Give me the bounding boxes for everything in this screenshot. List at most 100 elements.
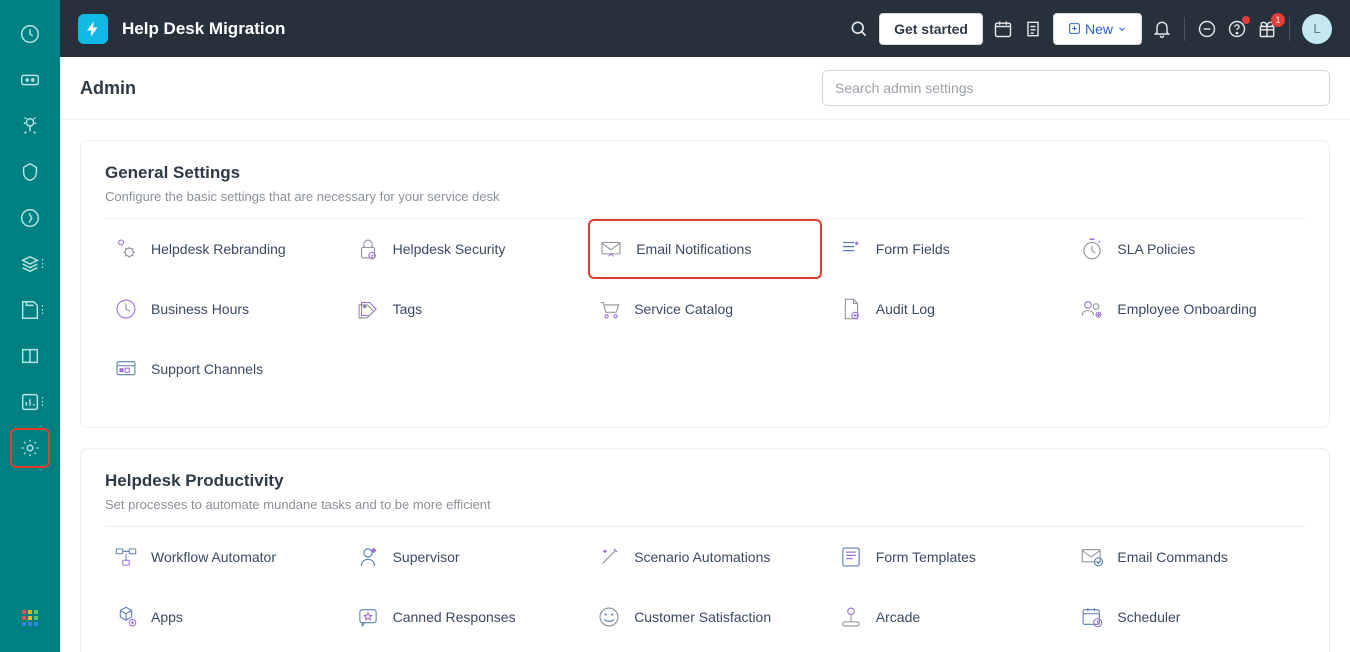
sidebar-changes[interactable] (10, 152, 50, 192)
section-title: General Settings (105, 163, 1305, 183)
tile-supervisor[interactable]: Supervisor (347, 527, 581, 587)
section-title: Helpdesk Productivity (105, 471, 1305, 491)
doc-icon (838, 296, 864, 322)
timer-icon (1079, 236, 1105, 262)
tile-scenario-automations[interactable]: Scenario Automations (588, 527, 822, 587)
sidebar-analytics[interactable]: ⋮ (10, 382, 50, 422)
tile-tags[interactable]: Tags (347, 279, 581, 339)
tile-email-notifications[interactable]: Email Notifications (588, 219, 822, 279)
sidebar: ⋮ ⋮ ⋮ (0, 0, 60, 652)
calendar-icon[interactable] (993, 19, 1013, 39)
search-input[interactable] (822, 70, 1330, 106)
app-logo (78, 14, 108, 44)
search-icon[interactable] (849, 19, 869, 39)
tile-support-channels[interactable]: Support Channels (105, 339, 339, 399)
tasks-icon[interactable] (1023, 19, 1043, 39)
tile-label: Scheduler (1117, 609, 1180, 625)
tile-apps[interactable]: Apps (105, 587, 339, 647)
gift-icon[interactable]: 1 (1257, 19, 1277, 39)
settings-section: Helpdesk Productivity Set processes to au… (80, 448, 1330, 652)
section-desc: Configure the basic settings that are ne… (105, 189, 1305, 204)
arcade-icon (838, 604, 864, 630)
supervisor-icon (355, 544, 381, 570)
section-desc: Set processes to automate mundane tasks … (105, 497, 1305, 512)
tile-helpdesk-rebranding[interactable]: Helpdesk Rebranding (105, 219, 339, 279)
help-badge (1242, 16, 1250, 24)
wand-icon (596, 544, 622, 570)
tile-label: Scenario Automations (634, 549, 770, 565)
divider (1184, 17, 1185, 41)
smile-icon (596, 604, 622, 630)
tile-canned-responses[interactable]: Canned Responses (347, 587, 581, 647)
app-title: Help Desk Migration (122, 19, 285, 39)
tile-label: Customer Satisfaction (634, 609, 771, 625)
tile-label: Form Templates (876, 549, 976, 565)
tile-label: Apps (151, 609, 183, 625)
topbar: Help Desk Migration Get started New (60, 0, 1350, 57)
tile-email-commands[interactable]: Email Commands (1071, 527, 1305, 587)
tile-form-fields[interactable]: Form Fields (830, 219, 1064, 279)
tile-helpdesk-security[interactable]: Helpdesk Security (347, 219, 581, 279)
divider (1289, 17, 1290, 41)
tile-arcade[interactable]: Arcade (830, 587, 1064, 647)
tile-label: Business Hours (151, 301, 249, 317)
tile-label: Arcade (876, 609, 920, 625)
clock-icon (113, 296, 139, 322)
avatar[interactable]: L (1302, 14, 1332, 44)
tile-business-hours[interactable]: Business Hours (105, 279, 339, 339)
tile-customer-satisfaction[interactable]: Customer Satisfaction (588, 587, 822, 647)
tile-label: Audit Log (876, 301, 935, 317)
apps-icon (113, 604, 139, 630)
tile-scheduler[interactable]: Scheduler (1071, 587, 1305, 647)
messages-icon[interactable] (1197, 19, 1217, 39)
tile-label: Canned Responses (393, 609, 516, 625)
tile-employee-onboarding[interactable]: Employee Onboarding (1071, 279, 1305, 339)
sidebar-dashboard[interactable] (10, 14, 50, 54)
admin-search (822, 70, 1330, 106)
tile-label: Email Commands (1117, 549, 1227, 565)
sidebar-releases[interactable] (10, 198, 50, 238)
tile-label: Helpdesk Rebranding (151, 241, 286, 257)
lock-icon (355, 236, 381, 262)
template-icon (838, 544, 864, 570)
tile-label: Tags (393, 301, 423, 317)
tile-audit-log[interactable]: Audit Log (830, 279, 1064, 339)
tile-form-templates[interactable]: Form Templates (830, 527, 1064, 587)
sidebar-admin[interactable] (10, 428, 50, 468)
tile-service-catalog[interactable]: Service Catalog (588, 279, 822, 339)
sidebar-apps-grid[interactable] (10, 598, 50, 638)
emailcmd-icon (1079, 544, 1105, 570)
sidebar-problems[interactable] (10, 106, 50, 146)
sidebar-solutions[interactable] (10, 336, 50, 376)
sidebar-reports[interactable]: ⋮ (10, 290, 50, 330)
people-icon (1079, 296, 1105, 322)
subheader: Admin (60, 57, 1350, 120)
get-started-button[interactable]: Get started (879, 13, 983, 45)
cart-icon (596, 296, 622, 322)
page-title: Admin (80, 78, 136, 99)
help-icon[interactable] (1227, 19, 1247, 39)
tile-label: SLA Policies (1117, 241, 1195, 257)
mail-icon (598, 236, 624, 262)
content: General Settings Configure the basic sett… (60, 120, 1350, 652)
tags-icon (355, 296, 381, 322)
sidebar-tickets[interactable] (10, 60, 50, 100)
apps-grid-icon (22, 610, 38, 626)
form-icon (838, 236, 864, 262)
tile-label: Form Fields (876, 241, 950, 257)
new-button-label: New (1085, 21, 1113, 37)
notifications-icon[interactable] (1152, 19, 1172, 39)
tile-label: Support Channels (151, 361, 263, 377)
new-button[interactable]: New (1053, 13, 1142, 45)
tile-label: Email Notifications (636, 241, 751, 257)
sidebar-assets[interactable]: ⋮ (10, 244, 50, 284)
tile-grid: Helpdesk Rebranding Helpdesk Security Emai… (105, 219, 1305, 399)
tile-workflow-automator[interactable]: Workflow Automator (105, 527, 339, 587)
canned-icon (355, 604, 381, 630)
tile-label: Helpdesk Security (393, 241, 506, 257)
tile-grid: Workflow AutomatorSupervisor Scenario Aut… (105, 527, 1305, 647)
tile-sla-policies[interactable]: SLA Policies (1071, 219, 1305, 279)
workflow-icon (113, 544, 139, 570)
tile-label: Service Catalog (634, 301, 733, 317)
gift-badge: 1 (1271, 13, 1285, 27)
